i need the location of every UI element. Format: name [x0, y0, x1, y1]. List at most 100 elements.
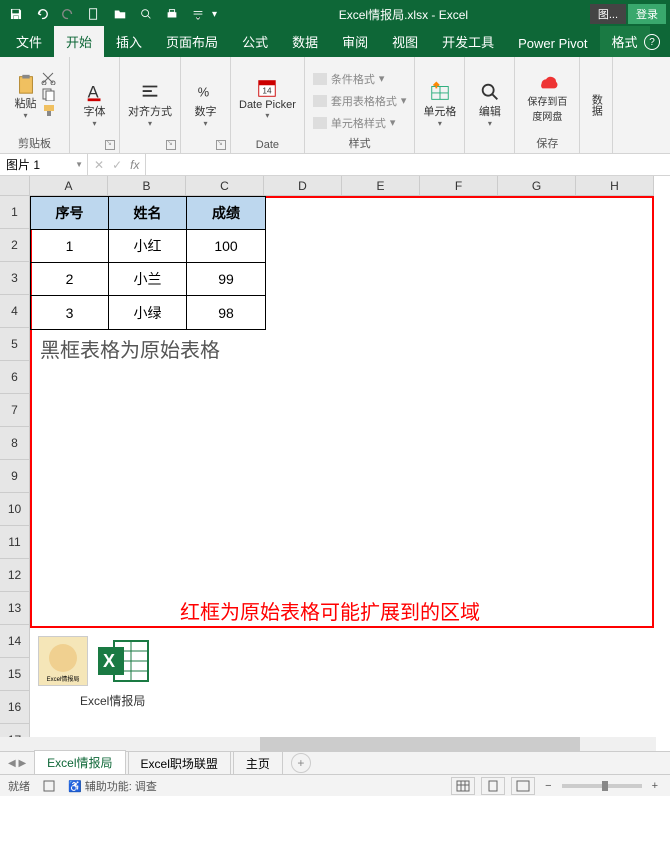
fx-icon[interactable]: fx	[130, 158, 139, 172]
open-icon[interactable]	[108, 3, 132, 25]
table-cell[interactable]: 2	[31, 263, 109, 296]
row-header[interactable]: 15	[0, 658, 30, 691]
view-page-layout-icon[interactable]	[481, 777, 505, 795]
view-normal-icon[interactable]	[451, 777, 475, 795]
table-cell[interactable]: 小红	[109, 230, 187, 263]
select-all-corner[interactable]	[0, 176, 30, 196]
row-header[interactable]: 4	[0, 295, 30, 328]
table-cell[interactable]: 1	[31, 230, 109, 263]
row-header[interactable]: 13	[0, 592, 30, 625]
preview-icon[interactable]	[134, 3, 158, 25]
tab-developer[interactable]: 开发工具	[430, 26, 506, 57]
copy-icon[interactable]	[41, 87, 57, 101]
table-cell[interactable]: 3	[31, 296, 109, 329]
launcher-icon[interactable]	[166, 140, 176, 150]
table-header[interactable]: 序号	[31, 197, 109, 230]
row-header[interactable]: 2	[0, 229, 30, 262]
qat-menu-icon[interactable]	[186, 3, 210, 25]
row-header[interactable]: 10	[0, 493, 30, 526]
sheet-nav-buttons[interactable]: ◀ ▶	[0, 758, 34, 769]
logo-images[interactable]: Excel情报局 X	[38, 636, 154, 686]
tab-review[interactable]: 审阅	[330, 26, 380, 57]
zoom-in-button[interactable]: +	[648, 780, 662, 792]
cell-style-button[interactable]: 单元格样式▾	[311, 113, 398, 133]
number-button[interactable]: %数字▾	[193, 79, 219, 130]
sheet-tab[interactable]: Excel情报局	[34, 750, 125, 776]
col-header[interactable]: G	[498, 176, 576, 196]
paste-button[interactable]: 粘贴▾	[13, 71, 39, 122]
enter-formula-icon[interactable]: ✓	[112, 158, 122, 172]
login-button[interactable]: 登录	[628, 4, 666, 24]
table-cell[interactable]: 小绿	[109, 296, 187, 329]
row-header[interactable]: 3	[0, 262, 30, 295]
alignment-button[interactable]: 对齐方式▾	[126, 79, 174, 130]
sheet-tab[interactable]: Excel职场联盟	[128, 751, 231, 775]
font-button[interactable]: A字体▾	[82, 79, 108, 130]
table-cell[interactable]: 100	[187, 230, 265, 263]
formula-input[interactable]	[146, 154, 670, 175]
launcher-icon[interactable]	[105, 140, 115, 150]
col-header[interactable]: A	[30, 176, 108, 196]
col-header[interactable]: C	[186, 176, 264, 196]
undo-icon[interactable]	[30, 3, 54, 25]
col-header[interactable]: F	[420, 176, 498, 196]
col-header[interactable]: B	[108, 176, 186, 196]
table-cell[interactable]: 小兰	[109, 263, 187, 296]
formula-bar: 图片 1▼ ✕ ✓ fx	[0, 154, 670, 176]
row-header[interactable]: 1	[0, 196, 30, 229]
row-header[interactable]: 7	[0, 394, 30, 427]
accessibility-status[interactable]: ♿ 辅助功能: 调查	[68, 778, 157, 794]
table-format-button[interactable]: 套用表格格式▾	[311, 91, 409, 111]
tab-formulas[interactable]: 公式	[230, 26, 280, 57]
col-header[interactable]: D	[264, 176, 342, 196]
save-cloud-button[interactable]: 保存到百度网盘	[521, 69, 573, 125]
col-header[interactable]: H	[576, 176, 654, 196]
table-cell[interactable]: 98	[187, 296, 265, 329]
row-header[interactable]: 6	[0, 361, 30, 394]
cut-icon[interactable]	[41, 71, 57, 85]
row-header[interactable]: 11	[0, 526, 30, 559]
row-header[interactable]: 12	[0, 559, 30, 592]
row-header[interactable]: 9	[0, 460, 30, 493]
col-header[interactable]: E	[342, 176, 420, 196]
macro-record-icon[interactable]	[42, 779, 56, 793]
tab-power-pivot[interactable]: Power Pivot	[506, 30, 599, 57]
new-icon[interactable]	[82, 3, 106, 25]
data-extra-button[interactable]: 数据	[586, 92, 606, 118]
tab-page-layout[interactable]: 页面布局	[154, 26, 230, 57]
name-box[interactable]: 图片 1▼	[0, 154, 88, 175]
tab-home[interactable]: 开始	[54, 26, 104, 57]
tab-insert[interactable]: 插入	[104, 26, 154, 57]
sheet-tab[interactable]: 主页	[233, 751, 283, 775]
row-header[interactable]: 8	[0, 427, 30, 460]
tab-format[interactable]: 格式	[600, 26, 650, 57]
row-header[interactable]: 5	[0, 328, 30, 361]
zoom-out-button[interactable]: −	[541, 780, 555, 792]
tool-context-label: 图...	[590, 4, 626, 24]
group-number: %数字▾	[181, 57, 231, 153]
redo-icon[interactable]	[56, 3, 80, 25]
horizontal-scrollbar[interactable]	[0, 737, 656, 751]
editing-button[interactable]: 编辑▾	[477, 79, 503, 130]
save-icon[interactable]	[4, 3, 28, 25]
view-page-break-icon[interactable]	[511, 777, 535, 795]
row-header[interactable]: 14	[0, 625, 30, 658]
zoom-slider[interactable]	[562, 784, 642, 788]
cancel-formula-icon[interactable]: ✕	[94, 158, 104, 172]
help-icon[interactable]: ?	[644, 34, 660, 50]
row-header[interactable]: 16	[0, 691, 30, 724]
format-painter-icon[interactable]	[41, 103, 57, 117]
launcher-icon[interactable]	[216, 140, 226, 150]
table-header[interactable]: 姓名	[109, 197, 187, 230]
tab-data[interactable]: 数据	[280, 26, 330, 57]
table-header[interactable]: 成绩	[187, 197, 265, 230]
date-picker-button[interactable]: 14Date Picker▾	[237, 75, 298, 122]
tab-view[interactable]: 视图	[380, 26, 430, 57]
cells-button[interactable]: 单元格▾	[421, 79, 458, 130]
tab-file[interactable]: 文件	[4, 26, 54, 57]
table-cell[interactable]: 99	[187, 263, 265, 296]
print-icon[interactable]	[160, 3, 184, 25]
conditional-format-button[interactable]: 条件格式▾	[311, 69, 387, 89]
add-sheet-button[interactable]: +	[291, 753, 311, 773]
window-title: Excel情报局.xlsx - Excel	[217, 6, 590, 23]
